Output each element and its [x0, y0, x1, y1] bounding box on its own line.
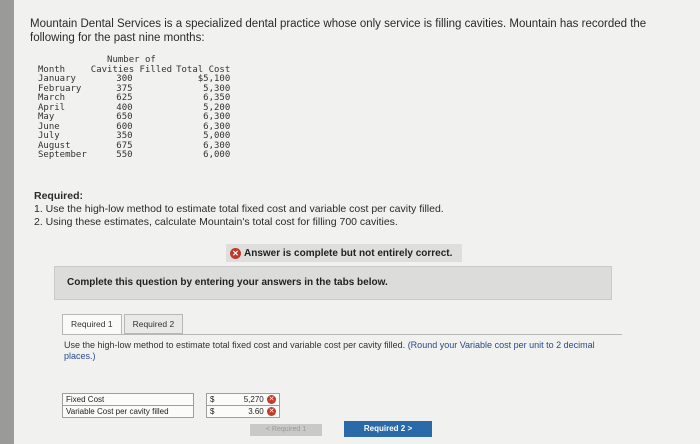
- prev-required-button[interactable]: < Required 1: [250, 424, 322, 436]
- requirements: Required: 1. Use the high-low method to …: [34, 190, 444, 229]
- currency-symbol: $: [206, 393, 221, 406]
- tab-required-2[interactable]: Required 2: [123, 314, 184, 334]
- required-heading: Required:: [34, 190, 84, 202]
- answer-row-variable-cost: Variable Cost per cavity filled $ 3.60 ✕: [62, 405, 280, 418]
- instruction-text: Complete this question by entering your …: [67, 277, 388, 288]
- incorrect-icon: ✕: [267, 395, 276, 405]
- header-cavities-line2: Cavities Filled: [90, 64, 173, 75]
- fixed-cost-label: Fixed Cost: [62, 393, 194, 406]
- answer-status-text: Answer is complete but not entirely corr…: [244, 247, 453, 259]
- incorrect-icon: ✕: [267, 407, 276, 417]
- variable-cost-input[interactable]: 3.60 ✕: [221, 405, 280, 418]
- fixed-cost-input[interactable]: 5,270 ✕: [221, 393, 280, 406]
- instruction-banner: Complete this question by entering your …: [54, 266, 612, 300]
- problem-intro: Mountain Dental Services is a specialize…: [30, 18, 647, 44]
- table-row: September 550 6,000: [38, 150, 231, 160]
- answer-status-badge: ✕ Answer is complete but not entirely co…: [226, 244, 462, 262]
- currency-symbol: $: [206, 405, 221, 418]
- answer-row-fixed-cost: Fixed Cost $ 5,270 ✕: [62, 393, 280, 406]
- task-text: Use the high-low method to estimate tota…: [64, 340, 406, 350]
- tab-required-1[interactable]: Required 1: [62, 314, 122, 334]
- window-edge: [0, 0, 14, 444]
- required-item-2: 2. Using these estimates, calculate Moun…: [34, 216, 398, 228]
- required-item-1: 1. Use the high-low method to estimate t…: [34, 203, 444, 215]
- tab-bar: Required 1 Required 2: [62, 314, 184, 334]
- tab-divider: [62, 334, 622, 335]
- task-prompt: Use the high-low method to estimate tota…: [64, 340, 604, 362]
- cavities-data-table: Number of Month Cavities Filled Total Co…: [38, 55, 234, 161]
- answer-table: Fixed Cost $ 5,270 ✕ Variable Cost per c…: [62, 393, 280, 418]
- next-required-button[interactable]: Required 2 >: [344, 421, 432, 437]
- x-circle-icon: ✕: [230, 247, 241, 259]
- variable-cost-label: Variable Cost per cavity filled: [62, 405, 194, 418]
